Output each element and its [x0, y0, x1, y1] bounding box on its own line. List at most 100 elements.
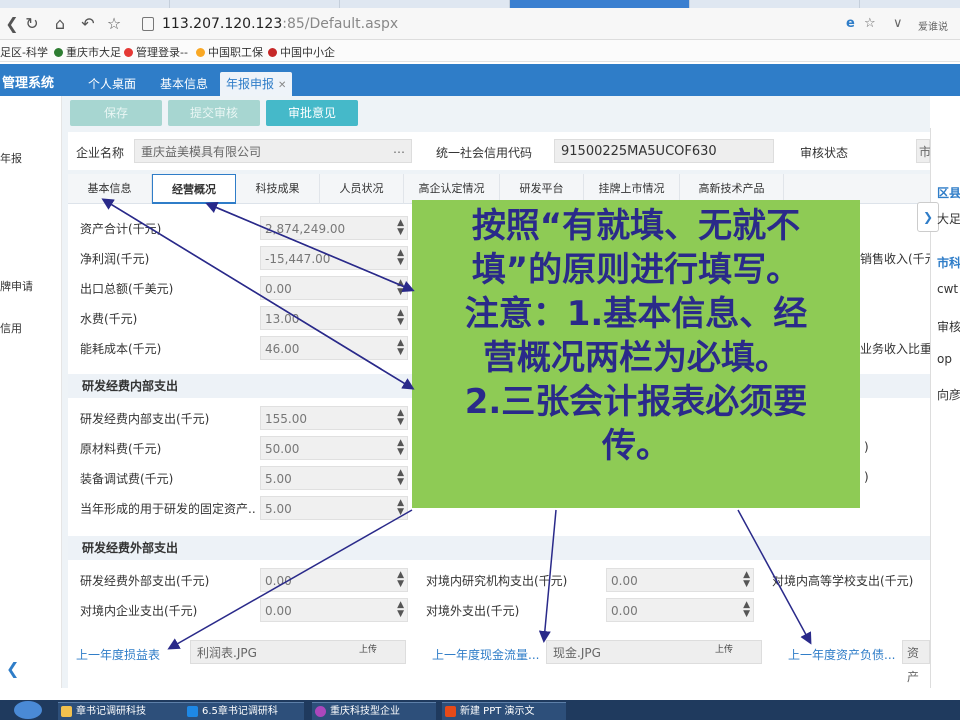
- field-label: 能耗成本(千元): [80, 342, 162, 356]
- bookmark-item[interactable]: 足区-科学: [0, 44, 48, 60]
- stepper-icon[interactable]: ▲ ▼: [397, 249, 404, 267]
- taskbar-item[interactable]: 重庆科技型企业: [312, 702, 436, 720]
- tab-personal-desktop[interactable]: 个人桌面: [82, 72, 142, 96]
- field-input[interactable]: 0.00 ▲ ▼: [606, 568, 754, 592]
- stepper-icon[interactable]: ▲ ▼: [743, 571, 750, 589]
- field-input[interactable]: 46.00 ▲ ▼: [260, 336, 408, 360]
- field-label: 装备调试费(千元): [80, 472, 174, 486]
- stepper-icon[interactable]: ▲ ▼: [397, 469, 404, 487]
- review-status-field[interactable]: 市: [916, 139, 931, 163]
- url-path: :85/Default.aspx: [282, 16, 399, 32]
- field-input[interactable]: 5.00 ▲ ▼: [260, 496, 408, 520]
- chevron-down-icon[interactable]: ∨: [893, 16, 903, 31]
- tab-annual-report[interactable]: 年报申报 ✕: [220, 72, 293, 96]
- home-icon[interactable]: ⌂: [50, 14, 70, 34]
- field-input[interactable]: 5.00 ▲ ▼: [260, 466, 408, 490]
- bookmark-item[interactable]: 管理登录--: [124, 44, 188, 60]
- field-input[interactable]: 0.00 ▲ ▼: [260, 276, 408, 300]
- stepper-icon[interactable]: ▲ ▼: [397, 409, 404, 427]
- tab-tech-achievements[interactable]: 科技成果: [236, 174, 320, 204]
- instruction-text: 按照“有就填、无就不 填”的原则进行填写。 注意：1.基本信息、经 营概况两栏为…: [412, 204, 860, 468]
- review-status-label: 审核状态: [800, 146, 849, 160]
- ie-icon[interactable]: e: [846, 16, 855, 31]
- bookmark-item[interactable]: 重庆市大足: [54, 44, 121, 60]
- browser-tab[interactable]: [170, 0, 340, 8]
- field-input[interactable]: -15,447.00 ▲ ▼: [260, 246, 408, 270]
- app-header: 管理系统 个人桌面 基本信息 年报申报 ✕: [0, 64, 960, 96]
- tab-basic-info[interactable]: 基本信息: [68, 174, 152, 204]
- company-name-label: 企业名称: [76, 146, 125, 160]
- stepper-icon[interactable]: ▲ ▼: [397, 309, 404, 327]
- back-icon[interactable]: ❮: [2, 14, 22, 34]
- user-profile[interactable]: 爱谁说: [918, 18, 948, 33]
- browser-tab-active[interactable]: [510, 0, 690, 8]
- upload-button[interactable]: 上传: [715, 638, 733, 662]
- star-icon[interactable]: ☆: [104, 14, 124, 34]
- taskbar-item[interactable]: 新建 PPT 演示文: [442, 702, 566, 720]
- close-icon[interactable]: ✕: [278, 80, 286, 91]
- upload-field[interactable]: 资产: [902, 640, 930, 684]
- field-input[interactable]: 0.00 ▲ ▼: [260, 598, 408, 622]
- upload-field[interactable]: 现金.JPG 上传: [546, 640, 762, 664]
- start-icon[interactable]: [14, 701, 42, 719]
- sidebar-item-credit[interactable]: 信用: [0, 320, 22, 336]
- stepper-icon[interactable]: ▲ ▼: [397, 439, 404, 457]
- field-input[interactable]: 155.00 ▲ ▼: [260, 406, 408, 430]
- stepper-icon[interactable]: ▲ ▼: [397, 499, 404, 517]
- right-panel-label: 审核: [937, 320, 960, 334]
- company-name-field[interactable]: 重庆益美模具有限公司 ⋯: [134, 139, 412, 163]
- upload-label-balance-sheet[interactable]: 上一年度资产负债...: [788, 646, 895, 663]
- stepper-icon[interactable]: ▲ ▼: [397, 219, 404, 237]
- url-input[interactable]: 113.207.120.123:85/Default.aspx: [136, 12, 836, 36]
- refresh-icon[interactable]: ↻: [22, 14, 42, 34]
- browser-tab[interactable]: [690, 0, 860, 8]
- field-input[interactable]: 2,874,249.00 ▲ ▼: [260, 216, 408, 240]
- right-panel-heading: 市科: [937, 256, 960, 270]
- section-header: 研发经费外部支出: [68, 536, 930, 560]
- browser-tab[interactable]: [340, 0, 510, 8]
- submit-review-button[interactable]: 提交审核: [168, 100, 260, 126]
- credit-code-field[interactable]: 91500225MA5UCOF630: [554, 139, 774, 163]
- taskbar-item[interactable]: 章书记调研科技: [58, 702, 202, 720]
- stepper-icon[interactable]: ▲ ▼: [397, 601, 404, 619]
- right-panel-value: 大足: [937, 212, 960, 226]
- browser-tab[interactable]: [0, 0, 170, 8]
- bookmark-item[interactable]: 中国职工保: [196, 44, 263, 60]
- upload-label-cash-flow[interactable]: 上一年度现金流量...: [432, 646, 539, 663]
- note-line: 传。: [602, 426, 670, 466]
- bookmark-item[interactable]: 中国中小企: [268, 44, 335, 60]
- chevron-left-icon[interactable]: ❮: [6, 659, 19, 678]
- field-input[interactable]: 50.00 ▲ ▼: [260, 436, 408, 460]
- taskbar-item[interactable]: 6.5章书记调研科: [184, 702, 304, 720]
- save-button[interactable]: 保存: [70, 100, 162, 126]
- stepper-icon[interactable]: ▲ ▼: [397, 279, 404, 297]
- page-icon: [142, 17, 154, 31]
- sidebar: 年报 牌申请 信用 ❮: [0, 96, 62, 688]
- sidebar-item-listing[interactable]: 牌申请: [0, 278, 33, 294]
- ppt-icon: [445, 706, 456, 717]
- favorite-star-icon[interactable]: ☆: [864, 16, 876, 31]
- tab-operation-overview[interactable]: 经营概况: [152, 174, 236, 204]
- stepper-icon[interactable]: ▲ ▼: [743, 601, 750, 619]
- approval-opinion-button[interactable]: 审批意见: [266, 100, 358, 126]
- right-panel-value: cwt: [937, 282, 959, 296]
- browser-icon: [315, 706, 326, 717]
- field-label: ): [864, 440, 869, 454]
- field-input[interactable]: 13.00 ▲ ▼: [260, 306, 408, 330]
- upload-label-income-statement[interactable]: 上一年度损益表: [76, 646, 160, 663]
- sidebar-item-report[interactable]: 年报: [0, 150, 22, 166]
- taskbar: 章书记调研科技 6.5章书记调研科 重庆科技型企业 新建 PPT 演示文: [0, 700, 960, 720]
- right-side-panel: ❯ 区县 大足 市科 cwt 审核 op 向彦: [917, 128, 960, 688]
- upload-field[interactable]: 利润表.JPG 上传: [190, 640, 406, 664]
- field-input[interactable]: 0.00 ▲ ▼: [260, 568, 408, 592]
- stepper-icon[interactable]: ▲ ▼: [397, 571, 404, 589]
- chevron-right-icon[interactable]: ❯: [917, 202, 939, 232]
- upload-button[interactable]: 上传: [359, 638, 377, 662]
- note-line: 填”的原则进行填写。: [471, 250, 801, 290]
- field-input[interactable]: 0.00 ▲ ▼: [606, 598, 754, 622]
- undo-icon[interactable]: ↶: [78, 14, 98, 34]
- tab-basic-info[interactable]: 基本信息: [154, 72, 214, 96]
- stepper-icon[interactable]: ▲ ▼: [397, 339, 404, 357]
- field-label: 当年形成的用于研发的固定资产...: [80, 502, 256, 516]
- tab-staff-status[interactable]: 人员状况: [320, 174, 404, 204]
